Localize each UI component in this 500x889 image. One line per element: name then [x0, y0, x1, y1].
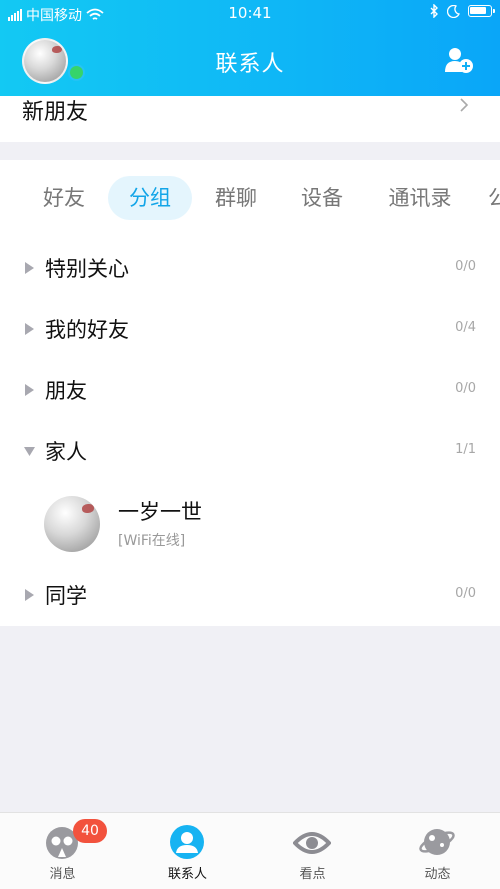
- tab-address-book[interactable]: 通讯录: [378, 176, 462, 220]
- group-count: 0/0: [455, 586, 476, 601]
- add-contact-icon[interactable]: [444, 46, 474, 74]
- new-friends-row[interactable]: 新朋友: [0, 96, 500, 142]
- group-name: 特别关心: [45, 257, 129, 281]
- group-count: 0/4: [455, 320, 476, 335]
- moon-icon: [447, 4, 460, 18]
- status-bar: 中国移动 10:41: [0, 0, 500, 28]
- tab-devices[interactable]: 设备: [288, 176, 356, 220]
- bottom-nav: 40 消息 联系人 看点 动态: [0, 812, 500, 889]
- triangle-right-icon: [25, 589, 34, 601]
- status-right: [429, 4, 495, 18]
- tab-friends[interactable]: 好友: [30, 176, 98, 220]
- tab-groups[interactable]: 分组: [108, 176, 192, 220]
- triangle-down-icon: [24, 447, 35, 456]
- group-name: 我的好友: [45, 318, 129, 342]
- page-title: 联系人: [215, 52, 285, 77]
- nav-contacts[interactable]: 联系人: [125, 813, 250, 889]
- friend-avatar: [44, 496, 100, 552]
- tab-group-chats[interactable]: 群聊: [202, 176, 270, 220]
- nav-discover[interactable]: 看点: [250, 813, 375, 889]
- triangle-right-icon: [25, 323, 34, 335]
- group-count: 0/0: [455, 381, 476, 396]
- planet-icon: [419, 829, 455, 855]
- contacts-tabs: 好友 分组 群聊 设备 通讯录 公: [0, 176, 500, 222]
- bluetooth-icon: [430, 4, 438, 18]
- tab-public[interactable]: 公: [488, 176, 500, 220]
- group-row[interactable]: 家人 1/1: [0, 421, 500, 481]
- group-row[interactable]: 同学 0/0: [0, 565, 500, 625]
- group-count: 0/0: [455, 259, 476, 274]
- friend-name: 一岁一世: [118, 500, 202, 524]
- friend-row[interactable]: 一岁一世 [WiFi在线]: [0, 492, 500, 568]
- nav-label: 看点: [299, 867, 326, 882]
- new-friends-label: 新朋友: [22, 100, 89, 125]
- nav-label: 消息: [49, 867, 76, 882]
- contacts-panel: 好友 分组 群聊 设备 通讯录 公 特别关心 0/0 我的好友 0/4 朋友 0…: [0, 160, 500, 626]
- status-time: 10:41: [228, 4, 272, 22]
- group-name: 家人: [45, 440, 87, 464]
- group-row[interactable]: 我的好友 0/4: [0, 299, 500, 359]
- group-row[interactable]: 朋友 0/0: [0, 360, 500, 420]
- group-name: 朋友: [45, 379, 87, 403]
- header-bar: 中国移动 10:41 联系人: [0, 0, 500, 96]
- chevron-right-icon: [460, 98, 469, 112]
- friend-online-status: [WiFi在线]: [118, 533, 186, 549]
- group-row[interactable]: 特别关心 0/0: [0, 238, 500, 298]
- nav-label: 联系人: [167, 867, 207, 882]
- group-count: 1/1: [455, 442, 476, 457]
- battery-icon: [468, 5, 495, 17]
- contacts-icon: [170, 825, 204, 859]
- triangle-right-icon: [25, 262, 34, 274]
- nav-messages[interactable]: 40 消息: [0, 813, 125, 889]
- nav-moments[interactable]: 动态: [375, 813, 500, 889]
- triangle-right-icon: [25, 384, 34, 396]
- eye-icon: [293, 832, 331, 854]
- group-name: 同学: [45, 584, 87, 608]
- unread-badge: 40: [73, 819, 107, 843]
- nav-label: 动态: [424, 867, 451, 882]
